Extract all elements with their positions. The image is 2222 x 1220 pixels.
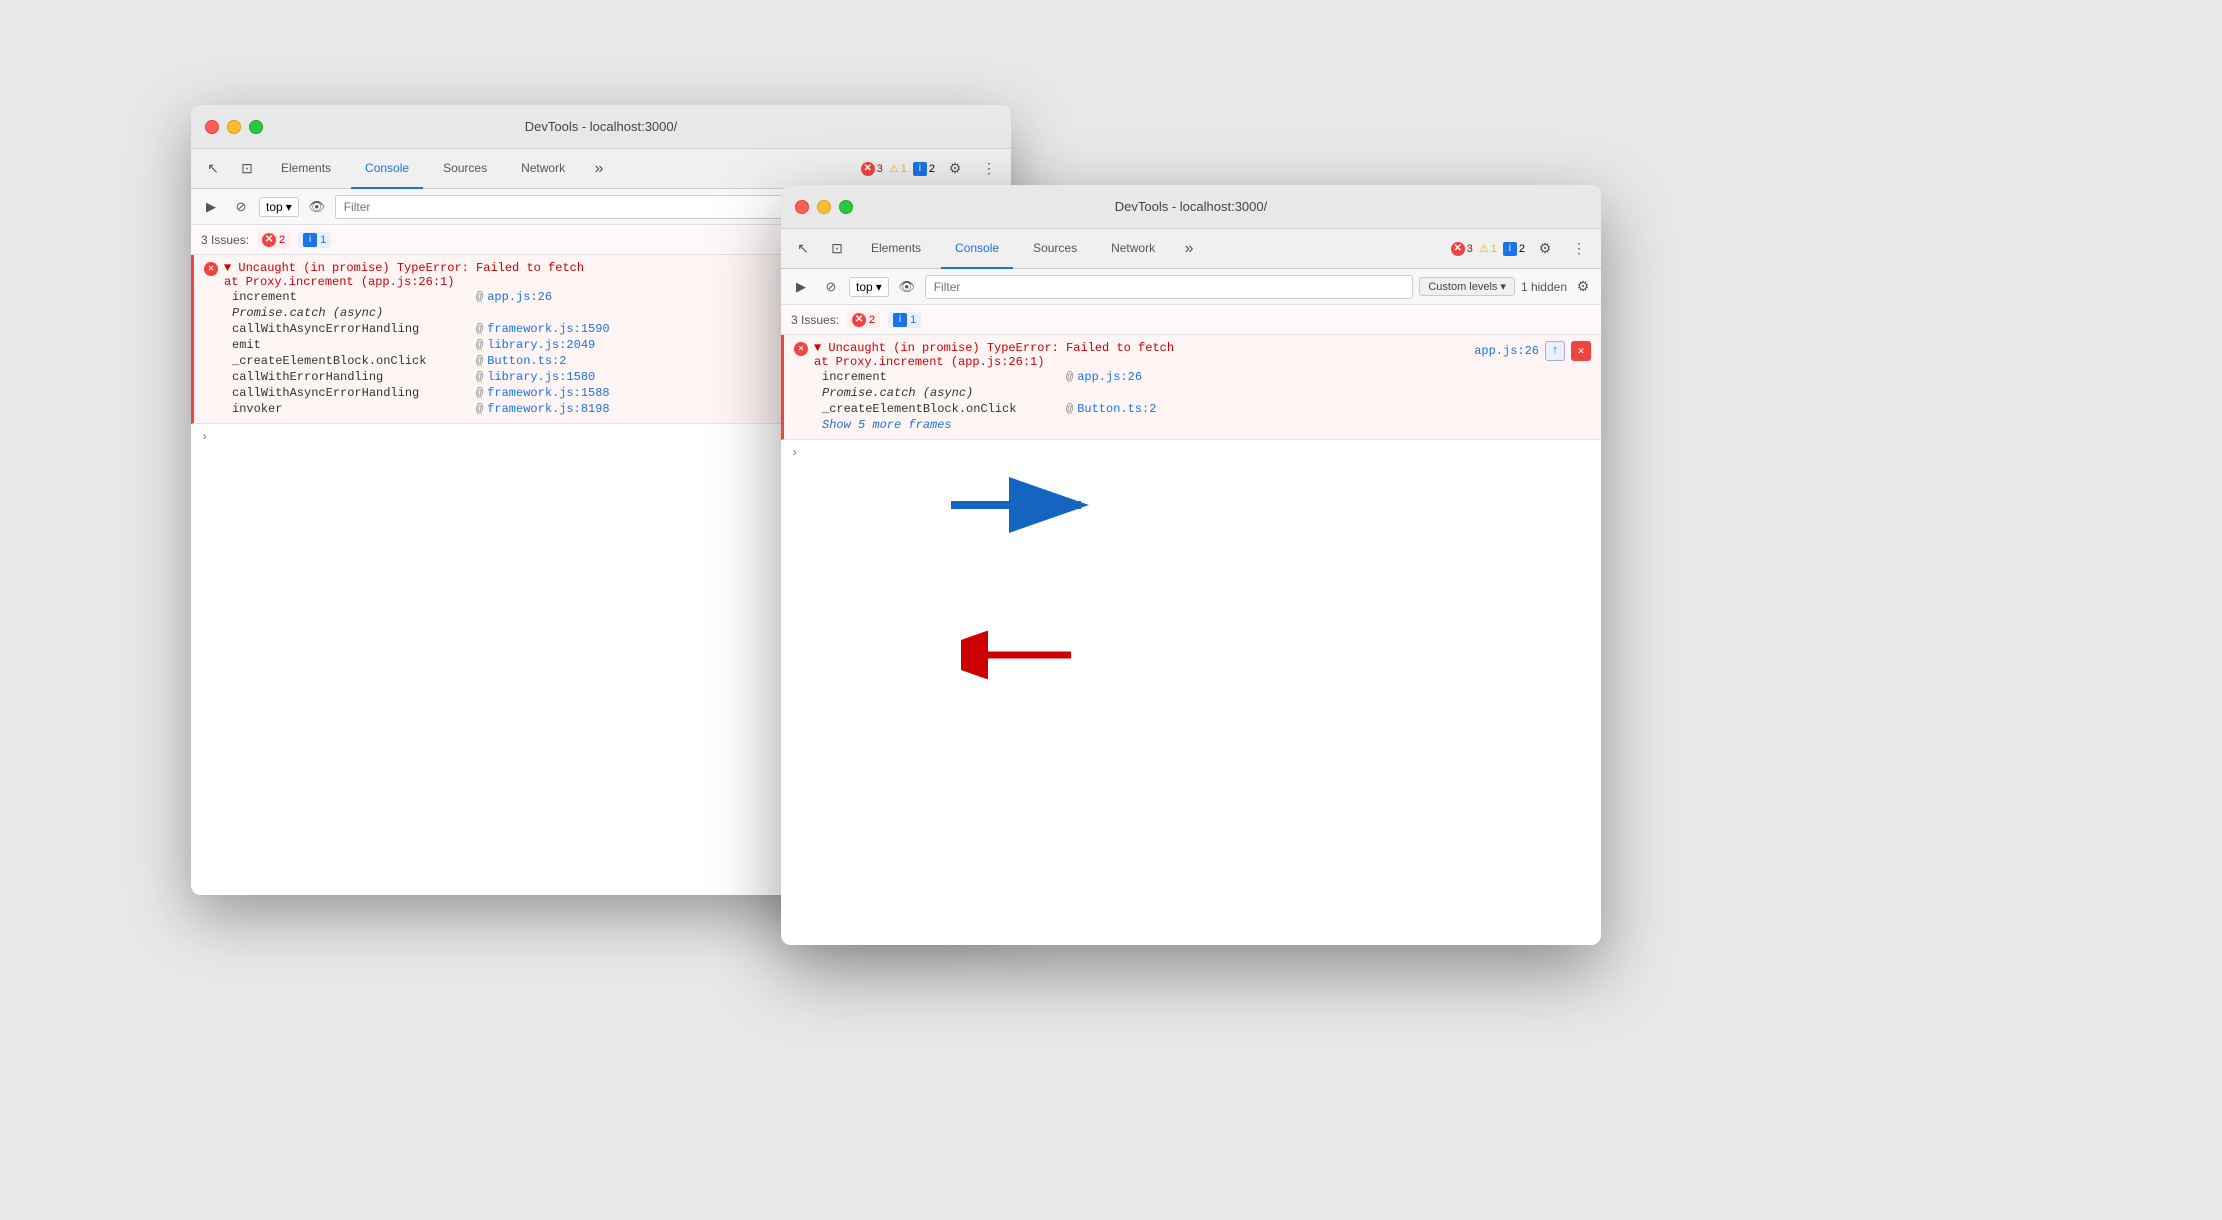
title-bar-front: DevTools - localhost:3000/ (781, 185, 1601, 229)
stack-link-5[interactable]: library.js:1580 (487, 370, 595, 384)
traffic-lights-back (205, 120, 263, 134)
anchor-icon[interactable]: ↑ (1545, 341, 1565, 361)
hidden-count: 1 hidden ⚙ (1521, 277, 1593, 297)
issues-label-front: 3 Issues: (791, 313, 839, 327)
error-count-front: 3 (1467, 243, 1473, 255)
filter-input-front[interactable] (925, 275, 1414, 299)
eye-icon-front[interactable]: 👁 (895, 275, 919, 299)
custom-levels-button[interactable]: Custom levels ▾ (1419, 277, 1515, 296)
devtools-toolbar-front: ↖ ⊡ Elements Console Sources Network » ✕… (781, 229, 1601, 269)
red-arrow-annotation (961, 625, 1081, 690)
show-more-line: Show 5 more frames (794, 417, 1591, 433)
ban-icon-front[interactable]: ⊘ (819, 275, 843, 299)
console-prompt-front: › (781, 440, 1601, 466)
info-badge-issues-front: i 1 (888, 312, 921, 328)
error-actions-front: app.js:26 ↑ ✕ (1474, 341, 1591, 361)
more-tabs-icon-front[interactable]: » (1175, 235, 1203, 263)
window-title-back: DevTools - localhost:3000/ (525, 119, 677, 134)
more-options-icon-front[interactable]: ⋮ (1565, 235, 1593, 263)
console-content-front: ✕ ▼ Uncaught (in promise) TypeError: Fai… (781, 335, 1601, 945)
error-sub-front: at Proxy.increment (app.js:26:1) (814, 355, 1174, 369)
error-badge-front: ✕ 2 (847, 312, 880, 328)
window-title-front: DevTools - localhost:3000/ (1115, 199, 1267, 214)
error-sub-back: at Proxy.increment (app.js:26:1) (224, 275, 584, 289)
fullscreen-button-back[interactable] (249, 120, 263, 134)
eye-icon-back[interactable]: 👁 (305, 195, 329, 219)
error-link-right[interactable]: app.js:26 (1474, 344, 1539, 358)
error-count-icon-back: ✕ (861, 162, 875, 176)
error-badge-back: ✕ 2 (257, 232, 290, 248)
tab-sources-back[interactable]: Sources (429, 149, 501, 189)
error-header-front: ✕ ▼ Uncaught (in promise) TypeError: Fai… (794, 341, 1591, 369)
traffic-lights-front (795, 200, 853, 214)
cursor-icon-front[interactable]: ↖ (789, 235, 817, 263)
stack-front-1: Promise.catch (async) (794, 385, 1591, 401)
top-selector-back[interactable]: top ▾ (259, 197, 299, 217)
info-badge-front: i 2 (1503, 242, 1525, 256)
dismiss-error-icon[interactable]: ✕ (1571, 341, 1591, 361)
tab-console-front[interactable]: Console (941, 229, 1013, 269)
error-main-back: ▼ Uncaught (in promise) TypeError: Faile… (224, 261, 584, 275)
close-button-front[interactable] (795, 200, 809, 214)
play-icon-back[interactable]: ▶ (199, 195, 223, 219)
info-badge-issues-back: i 1 (298, 232, 331, 248)
issues-label-back: 3 Issues: (201, 233, 249, 247)
warning-badge-front: ⚠ 1 (1479, 242, 1497, 255)
console-toolbar-front: ▶ ⊘ top ▾ 👁 Custom levels ▾ 1 hidden ⚙ (781, 269, 1601, 305)
layers-icon[interactable]: ⊡ (233, 155, 261, 183)
tab-elements-front[interactable]: Elements (857, 229, 935, 269)
layers-icon-front[interactable]: ⊡ (823, 235, 851, 263)
tab-network-back[interactable]: Network (507, 149, 579, 189)
stack-front-0: increment @ app.js:26 (794, 369, 1591, 385)
devtools-window-front: DevTools - localhost:3000/ ↖ ⊡ Elements … (781, 185, 1601, 945)
stack-front-2: _createElementBlock.onClick @ Button.ts:… (794, 401, 1591, 417)
play-icon-front[interactable]: ▶ (789, 275, 813, 299)
top-label-back: top (266, 200, 283, 214)
stack-front-link-0[interactable]: app.js:26 (1077, 370, 1142, 384)
close-button-back[interactable] (205, 120, 219, 134)
warning-badge-back: ⚠ 1 (889, 162, 907, 175)
tab-console-back[interactable]: Console (351, 149, 423, 189)
custom-levels-chevron: ▾ (1500, 280, 1506, 293)
stack-link-0[interactable]: app.js:26 (487, 290, 552, 304)
settings-icon-front[interactable]: ⚙ (1531, 235, 1559, 263)
fullscreen-button-front[interactable] (839, 200, 853, 214)
tab-sources-front[interactable]: Sources (1019, 229, 1091, 269)
more-tabs-icon[interactable]: » (585, 155, 613, 183)
error-block-front: ✕ ▼ Uncaught (in promise) TypeError: Fai… (781, 335, 1601, 440)
stack-link-7[interactable]: framework.js:8198 (487, 402, 609, 416)
stack-link-6[interactable]: framework.js:1588 (487, 386, 609, 400)
ban-icon-back[interactable]: ⊘ (229, 195, 253, 219)
tab-elements-back[interactable]: Elements (267, 149, 345, 189)
blue-arrow (941, 465, 1101, 550)
minimize-button-back[interactable] (227, 120, 241, 134)
show-more-frames-link[interactable]: Show 5 more frames (822, 418, 952, 432)
gear-icon-front[interactable]: ⚙ (1573, 277, 1593, 297)
top-selector-front[interactable]: top ▾ (849, 277, 889, 297)
error-count-back: 3 (877, 163, 883, 175)
error-count-icon-front: ✕ (1451, 242, 1465, 256)
error-circle-icon-back: ✕ (204, 262, 218, 276)
chevron-down-icon-front: ▾ (876, 280, 882, 294)
stack-link-4[interactable]: Button.ts:2 (487, 354, 566, 368)
custom-levels-label: Custom levels (1428, 281, 1497, 293)
minimize-button-front[interactable] (817, 200, 831, 214)
stack-front-link-2[interactable]: Button.ts:2 (1077, 402, 1156, 416)
issues-bar-front: 3 Issues: ✕ 2 i 1 (781, 305, 1601, 335)
devtools-toolbar-back: ↖ ⊡ Elements Console Sources Network » ✕… (191, 149, 1011, 189)
title-bar-back: DevTools - localhost:3000/ (191, 105, 1011, 149)
settings-icon-back[interactable]: ⚙ (941, 155, 969, 183)
error-circle-icon-front: ✕ (794, 342, 808, 356)
cursor-icon[interactable]: ↖ (199, 155, 227, 183)
chevron-down-icon-back: ▾ (286, 200, 292, 214)
more-options-icon-back[interactable]: ⋮ (975, 155, 1003, 183)
stack-link-3[interactable]: library.js:2049 (487, 338, 595, 352)
top-label-front: top (856, 280, 873, 294)
info-badge-back: i 2 (913, 162, 935, 176)
tab-network-front[interactable]: Network (1097, 229, 1169, 269)
error-main-front: ▼ Uncaught (in promise) TypeError: Faile… (814, 341, 1174, 355)
stack-link-2[interactable]: framework.js:1590 (487, 322, 609, 336)
